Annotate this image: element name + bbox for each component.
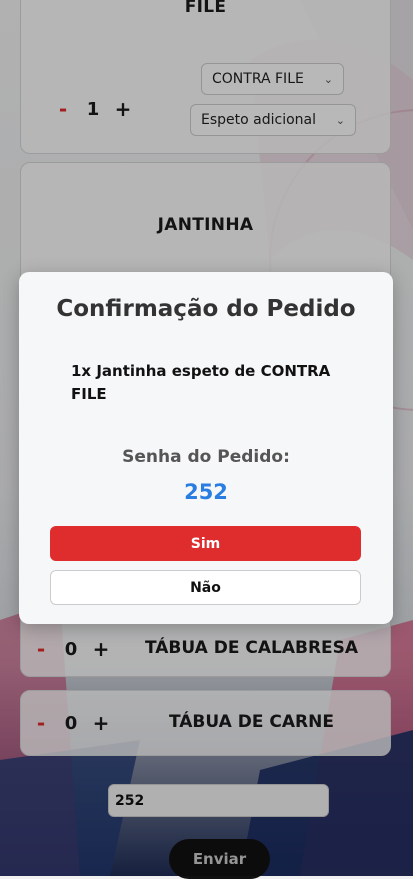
- order-item-summary: 1x Jantinha espeto de CONTRA FILE: [71, 362, 331, 403]
- dialog-title: Confirmação do Pedido: [56, 296, 356, 322]
- confirm-no-button[interactable]: Não: [50, 570, 361, 605]
- confirm-yes-button[interactable]: Sim: [50, 526, 361, 561]
- confirmation-dialog: Confirmação do Pedido 1x Jantinha espeto…: [19, 272, 393, 624]
- order-code-label: Senha do Pedido:: [122, 447, 290, 467]
- order-code-value: 252: [184, 480, 228, 504]
